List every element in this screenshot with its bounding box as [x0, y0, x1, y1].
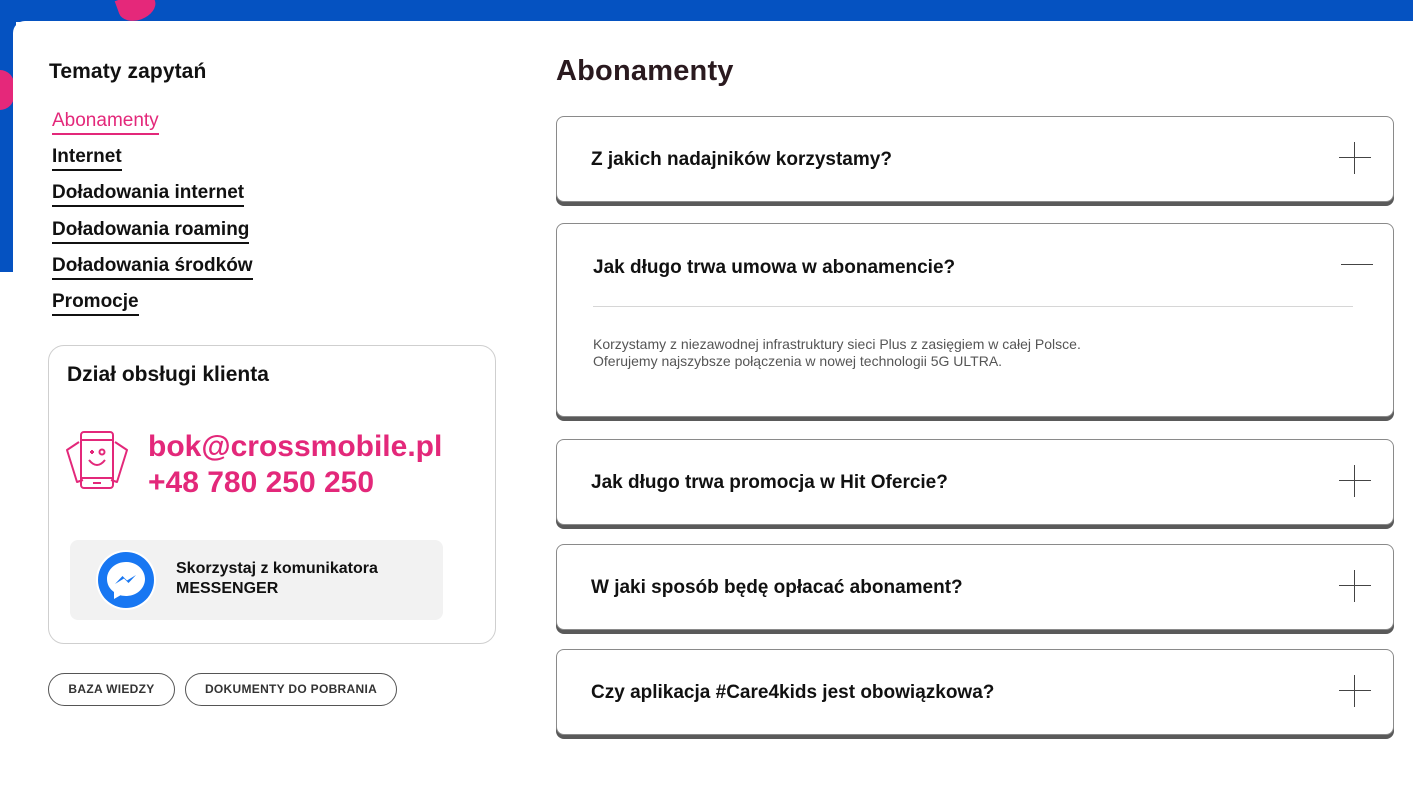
messenger-label-line1: Skorzystaj z komunikatora — [176, 560, 378, 577]
topics-heading: Tematy zapytań — [49, 60, 207, 83]
faq-item[interactable]: Z jakich nadajników korzystamy? — [556, 116, 1394, 202]
topic-item: Promocje — [52, 291, 253, 327]
section-title: Abonamenty — [556, 55, 734, 87]
topic-link-abonamenty[interactable]: Abonamenty — [52, 110, 159, 135]
phone-smile-icon — [66, 431, 128, 489]
minus-icon[interactable] — [1341, 249, 1373, 281]
documents-download-button[interactable]: DOKUMENTY DO POBRANIA — [185, 673, 397, 706]
contact-phone-link[interactable]: +48 780 250 250 — [148, 465, 374, 501]
faq-item[interactable]: Czy aplikacja #Care4kids jest obowiązkow… — [556, 649, 1394, 735]
faq-question: W jaki sposób będę opłacać abonament? — [591, 577, 963, 598]
faq-item[interactable]: W jaki sposób będę opłacać abonament? — [556, 544, 1394, 630]
topic-link-doladowania-internet[interactable]: Doładowania internet — [52, 182, 245, 208]
topic-link-promocje[interactable]: Promocje — [52, 291, 139, 316]
faq-item[interactable]: Jak długo trwa promocja w Hit Ofercie? — [556, 439, 1394, 525]
topics-nav: Abonamenty Internet Doładowania internet… — [52, 110, 253, 327]
faq-answer-line: Korzystamy z niezawodnej infrastruktury … — [593, 336, 1081, 352]
faq-question: Jak długo trwa umowa w abonamencie? — [593, 257, 956, 278]
topic-item: Doładowania roaming — [52, 219, 253, 255]
customer-service-title: Dział obsługi klienta — [67, 363, 269, 386]
messenger-button[interactable]: Skorzystaj z komunikatora MESSENGER — [70, 540, 443, 620]
messenger-label-line2: MESSENGER — [176, 580, 279, 597]
customer-service-box: Dział obsługi klienta bok@crossmobile.pl… — [48, 345, 496, 644]
contact-email-link[interactable]: bok@crossmobile.pl — [148, 429, 442, 465]
faq-item-expanded[interactable]: Jak długo trwa umowa w abonamencie? Korz… — [556, 223, 1394, 417]
top-brand-band — [0, 0, 1413, 22]
plus-icon[interactable] — [1339, 675, 1371, 707]
topic-item: Internet — [52, 146, 253, 182]
faq-divider — [593, 306, 1353, 307]
topic-item: Abonamenty — [52, 110, 253, 146]
faq-question: Z jakich nadajników korzystamy? — [591, 149, 892, 170]
messenger-icon — [96, 550, 156, 610]
topic-link-internet[interactable]: Internet — [52, 146, 122, 172]
faq-answer: Korzystamy z niezawodnej infrastruktury … — [593, 336, 1081, 370]
topic-link-doladowania-roaming[interactable]: Doładowania roaming — [52, 219, 250, 244]
topic-item: Doładowania środków — [52, 255, 253, 291]
faq-question: Jak długo trwa promocja w Hit Ofercie? — [591, 472, 948, 493]
topic-link-doladowania-srodkow[interactable]: Doładowania środków — [52, 255, 253, 280]
messenger-label: Skorzystaj z komunikatora MESSENGER — [176, 559, 378, 599]
plus-icon[interactable] — [1339, 465, 1371, 497]
faq-question: Czy aplikacja #Care4kids jest obowiązkow… — [591, 682, 995, 703]
knowledge-base-button[interactable]: BAZA WIEDZY — [48, 673, 175, 706]
plus-icon[interactable] — [1339, 570, 1371, 602]
topic-item: Doładowania internet — [52, 182, 253, 218]
faq-answer-line: Oferujemy najszybsze połączenia w nowej … — [593, 353, 1003, 369]
plus-icon[interactable] — [1339, 142, 1371, 174]
